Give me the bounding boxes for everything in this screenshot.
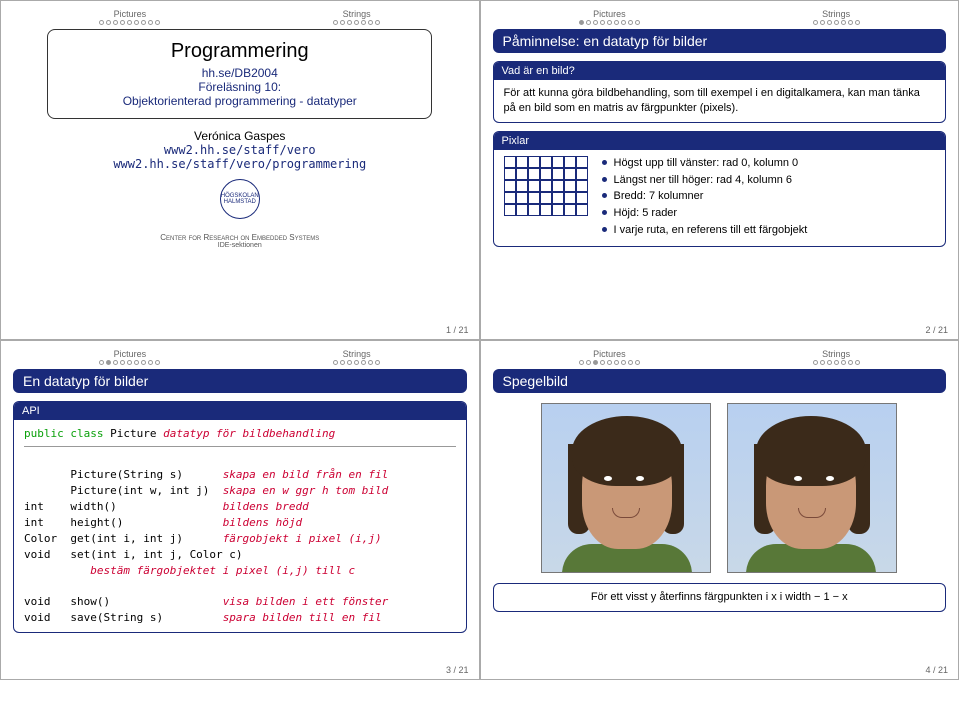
nav-strings[interactable]: Strings (333, 349, 380, 365)
comment: bildens höjd (223, 516, 302, 529)
nav-pictures-label: Pictures (593, 9, 626, 19)
progress-dots (813, 20, 860, 25)
sig: void set(int i, int j, Color c) (24, 548, 243, 561)
nav-pictures[interactable]: Pictures (99, 9, 160, 25)
slide-title: Påminnelse: en datatyp för bilder (493, 29, 947, 53)
author-block: Verónica Gaspes www2.hh.se/staff/vero ww… (13, 129, 467, 171)
api-code: public class Picture datatyp för bildbeh… (14, 420, 466, 632)
pixel-facts-list: Högst upp till vänster: rad 0, kolumn 0 … (602, 156, 808, 240)
definition-box: Vad är en bild? För att kunna göra bildb… (493, 61, 947, 123)
course-code: hh.se/DB2004 (62, 66, 417, 80)
nav-strings[interactable]: Strings (813, 9, 860, 25)
progress-dots (99, 20, 160, 25)
slide-grid: Pictures Strings Programmering hh.se/DB2… (0, 0, 959, 680)
logo-text: HÖGSKOLAN HALMSTAD (221, 193, 259, 205)
lecture-number: Föreläsning 10: (62, 80, 417, 94)
sig: Picture(int w, int j) (24, 484, 223, 497)
slide-title: En datatyp för bilder (13, 369, 467, 393)
comment: färgobjekt i pixel (i,j) (223, 532, 382, 545)
comment: bildens bredd (223, 500, 309, 513)
nav: Pictures Strings (13, 9, 467, 25)
sig: int width() (24, 500, 223, 513)
lecture-subtitle: Objektorienterad programmering - datatyp… (62, 94, 417, 108)
nav-pictures-label: Pictures (114, 349, 147, 359)
nav-strings-label: Strings (822, 9, 850, 19)
slide-1: Pictures Strings Programmering hh.se/DB2… (0, 0, 480, 340)
comment: skapa en w ggr h tom bild (223, 484, 389, 497)
author-name: Verónica Gaspes (13, 129, 467, 143)
nav-pictures[interactable]: Pictures (579, 349, 640, 365)
list-item: Bredd: 7 kolumner (602, 189, 808, 204)
caption-box: För ett visst y återfinns färgpunkten i … (493, 583, 947, 612)
nav: Pictures Strings (13, 349, 467, 365)
slide-4: Pictures Strings Spegelbild För ett v (480, 340, 959, 680)
progress-dots (99, 360, 160, 365)
api-box: API public class Picture datatyp för bil… (13, 401, 467, 633)
nav-pictures[interactable]: Pictures (99, 349, 160, 365)
slide-3: Pictures Strings En datatyp för bilder A… (0, 340, 480, 680)
author-url-1[interactable]: www2.hh.se/staff/vero (13, 143, 467, 157)
author-url-2[interactable]: www2.hh.se/staff/vero/programmering (13, 157, 467, 171)
pixel-grid-icon (504, 156, 588, 216)
mirrored-photo (727, 403, 897, 573)
page-number: 2 / 21 (925, 325, 948, 335)
pixels-box: Pixlar Högst upp till vänster: rad 0, ko… (493, 131, 947, 247)
pixels-heading: Pixlar (494, 132, 946, 150)
class-name: Picture (110, 427, 163, 440)
face-comparison (493, 403, 947, 573)
halmstad-logo-icon: HÖGSKOLAN HALMSTAD (220, 179, 260, 219)
nav-strings-label: Strings (343, 9, 371, 19)
nav-pictures-label: Pictures (114, 9, 147, 19)
page-number: 1 / 21 (446, 325, 469, 335)
progress-dots (333, 20, 380, 25)
page-number: 3 / 21 (446, 665, 469, 675)
list-item: Höjd: 5 rader (602, 206, 808, 221)
progress-dots (579, 20, 640, 25)
comment: bestäm färgobjektet i pixel (i,j) till c (24, 564, 355, 577)
original-photo (541, 403, 711, 573)
center-name: Center for Research on Embedded Systems (13, 233, 467, 242)
keyword: public class (24, 427, 110, 440)
list-item: I varje ruta, en referens till ett färgo… (602, 223, 808, 238)
mirror-formula: För ett visst y återfinns färgpunkten i … (494, 584, 946, 611)
title-box: Programmering hh.se/DB2004 Föreläsning 1… (47, 29, 432, 119)
nav-strings-label: Strings (343, 349, 371, 359)
nav-strings[interactable]: Strings (813, 349, 860, 365)
api-heading: API (14, 402, 466, 420)
progress-dots (813, 360, 860, 365)
comment: datatyp för bildbehandling (163, 427, 335, 440)
progress-dots (333, 360, 380, 365)
nav-strings[interactable]: Strings (333, 9, 380, 25)
nav-strings-label: Strings (822, 349, 850, 359)
slide-2: Pictures Strings Påminnelse: en datatyp … (480, 0, 959, 340)
sig: Picture(String s) (24, 468, 223, 481)
slide-title: Spegelbild (493, 369, 947, 393)
nav: Pictures Strings (493, 9, 947, 25)
definition-heading: Vad är en bild? (494, 62, 946, 80)
sig: void save(String s) (24, 611, 223, 624)
definition-body: För att kunna göra bildbehandling, som t… (494, 80, 946, 122)
progress-dots (579, 360, 640, 365)
nav-pictures[interactable]: Pictures (579, 9, 640, 25)
nav-pictures-label: Pictures (593, 349, 626, 359)
sig: Color get(int i, int j) (24, 532, 223, 545)
nav: Pictures Strings (493, 349, 947, 365)
sig: int height() (24, 516, 223, 529)
section-name: IDE-sektionen (13, 242, 467, 249)
comment: visa bilden i ett fönster (223, 595, 389, 608)
page-number: 4 / 21 (925, 665, 948, 675)
sig: void show() (24, 595, 223, 608)
list-item: Högst upp till vänster: rad 0, kolumn 0 (602, 156, 808, 171)
list-item: Längst ner till höger: rad 4, kolumn 6 (602, 173, 808, 188)
comment: spara bilden till en fil (223, 611, 382, 624)
comment: skapa en bild från en fil (223, 468, 389, 481)
course-title: Programmering (62, 40, 417, 63)
